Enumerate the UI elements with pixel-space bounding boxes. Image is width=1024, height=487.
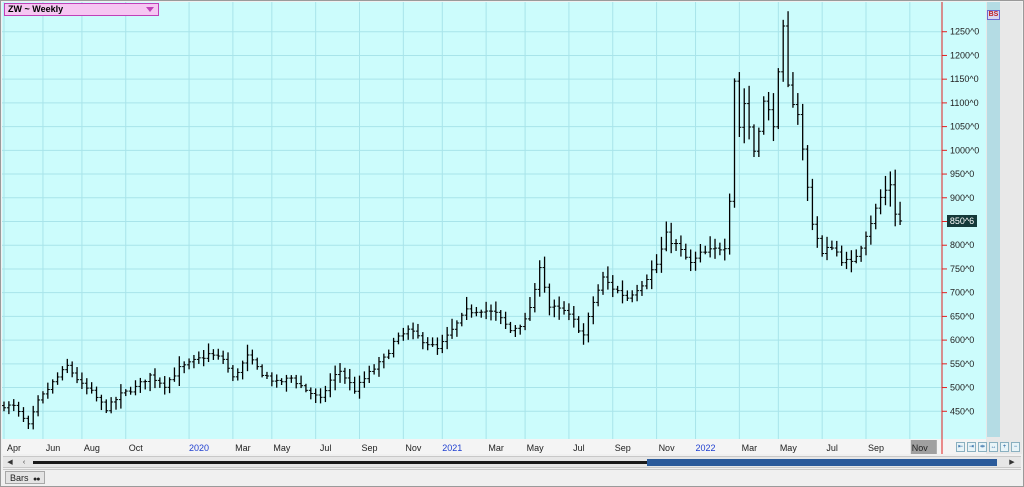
x-tick-label: Sep [362, 443, 378, 453]
y-tick-label: 1250^0 [950, 27, 979, 37]
scroll-left-small-icon[interactable]: ‹ [19, 458, 29, 467]
x-tick-label: 2022 [696, 443, 716, 453]
zoom-in-button[interactable]: + [1000, 442, 1009, 452]
x-tick-label: Oct [129, 443, 144, 453]
symbol-title[interactable]: ZW ~ Weekly [4, 3, 159, 16]
y-tick-label: 1150^0 [950, 74, 979, 84]
y-tick-label: 950^0 [950, 169, 974, 179]
x-tick-label: Mar [235, 443, 251, 453]
y-tick-label: 900^0 [950, 193, 974, 203]
bs-badge[interactable]: BS [987, 10, 1000, 20]
x-tick-label: May [273, 443, 291, 453]
x-tick-label: May [527, 443, 545, 453]
y-tick-label: 650^0 [950, 311, 974, 321]
plot-background [2, 2, 942, 439]
y-tick-label: 800^0 [950, 240, 974, 250]
y-tick-label: 750^0 [950, 264, 974, 274]
last-price-tag: 850^6 [947, 215, 977, 228]
scroll-thumb[interactable] [647, 459, 997, 466]
x-tick-label: 2020 [189, 443, 209, 453]
x-tick-label: 2021 [442, 443, 462, 453]
scroll-left-arrow-icon[interactable]: ◀ [5, 458, 15, 467]
x-tick-label: Jul [826, 443, 838, 453]
right-strip [987, 2, 1000, 437]
x-tick-label: Sep [868, 443, 884, 453]
x-tick-label: Nov [659, 443, 676, 453]
y-tick-label: 600^0 [950, 335, 974, 345]
x-tick-label: Nov [405, 443, 422, 453]
zoom-out-button[interactable]: − [1011, 442, 1020, 452]
scroll-end-button[interactable]: ⇥ [967, 442, 976, 452]
x-tick-label: Aug [84, 443, 100, 453]
x-tick-label: Sep [615, 443, 631, 453]
y-tick-label: 500^0 [950, 383, 974, 393]
x-tick-label: Jul [573, 443, 585, 453]
scroll-start-button[interactable]: ⇤ [956, 442, 965, 452]
symbol-title-text: ZW ~ Weekly [8, 4, 64, 14]
y-tick-label: 1100^0 [950, 98, 979, 108]
x-tick-label: Nov [912, 443, 929, 453]
scroll-right-arrow-icon[interactable]: ▶ [1007, 458, 1017, 467]
y-tick-label: 1200^0 [950, 50, 979, 60]
status-bar: Bars ●● [3, 469, 1021, 485]
dropdown-arrow-icon[interactable] [146, 7, 154, 12]
weekly-ohlc-chart[interactable]: 450^0 500^0 550^0 600^0 650^0 700^0 750^0 800^0… [2, 2, 1022, 454]
x-tick-label: Jun [46, 443, 61, 453]
horizontal-scrollbar[interactable]: ◀ ‹ ▶ [3, 456, 1021, 468]
x-tick-label: Apr [7, 443, 21, 453]
y-tick-label: 550^0 [950, 359, 974, 369]
y-tick-label: 700^0 [950, 288, 974, 298]
link-icon: ●● [33, 476, 41, 483]
y-tick-label: 1050^0 [950, 122, 979, 132]
chart-window: 450^0 500^0 550^0 600^0 650^0 700^0 750^0 800^0… [0, 0, 1024, 487]
x-tick-label: Mar [742, 443, 758, 453]
x-tick-label: Jul [320, 443, 332, 453]
y-tick-label: 1000^0 [950, 145, 979, 155]
fit-button[interactable]: ⇹ [978, 442, 987, 452]
bars-tab[interactable]: Bars ●● [5, 471, 45, 484]
x-tick-label: Mar [488, 443, 504, 453]
expand-button[interactable]: ↔ [989, 442, 998, 452]
bars-tab-label: Bars [10, 473, 29, 483]
y-tick-label: 450^0 [950, 406, 974, 416]
x-tick-label: May [780, 443, 798, 453]
